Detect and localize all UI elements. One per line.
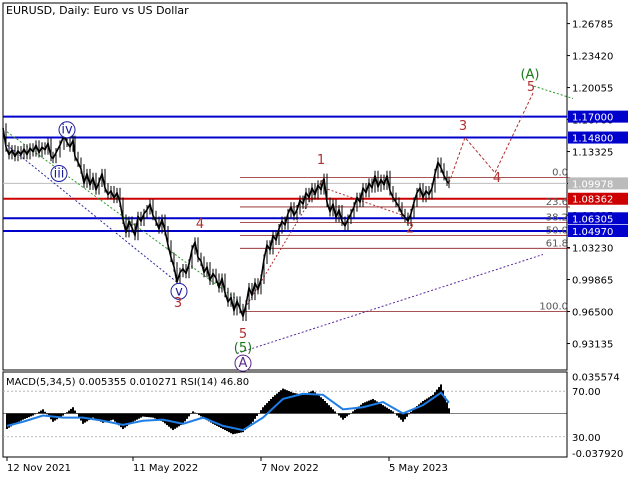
fib-level-label: 100.0 xyxy=(539,302,568,313)
rsi-level-label: 70.00 xyxy=(572,387,601,398)
price-tick-label: 1.26785 xyxy=(572,20,613,31)
price-level-badge-label: 1.17000 xyxy=(572,113,613,124)
price-tick-label: 1.23420 xyxy=(572,52,613,63)
fib-level-label: 38.2 xyxy=(546,213,568,224)
wave-label: 2 xyxy=(406,222,414,237)
price-level-badge-label: 1.06305 xyxy=(572,214,613,225)
wave-label: iv xyxy=(61,123,73,138)
time-tick-label: 11 May 2022 xyxy=(133,463,198,474)
price-tick-label: 0.96500 xyxy=(572,308,613,319)
wave-label: 1 xyxy=(317,153,325,168)
price-level-badge-label: 1.04970 xyxy=(572,227,613,238)
time-tick-label: 5 May 2023 xyxy=(389,463,448,474)
price-tick-label: 1.20055 xyxy=(572,84,613,95)
price-level-badge-label: 1.14800 xyxy=(572,134,613,145)
price-tick-label: 1.13325 xyxy=(572,148,613,159)
indicator-tick-label: -0.037920 xyxy=(572,449,623,460)
wave-label: 3 xyxy=(174,296,182,311)
wave-label: (5) xyxy=(234,341,252,356)
fib-level-label: 50.0 xyxy=(546,225,568,236)
price-tick-label: 0.93135 xyxy=(572,340,613,351)
price-level-badge-label: 1.08362 xyxy=(572,195,613,206)
time-tick-label: 12 Nov 2021 xyxy=(7,463,71,474)
wave-label: 4 xyxy=(196,217,204,232)
wave-label: (A) xyxy=(520,68,539,83)
chart-header: EURUSD, Daily: Euro vs US Dollar xyxy=(6,4,189,17)
price-tick-label: 0.99865 xyxy=(572,276,613,287)
fib-level-label: 61.8 xyxy=(546,238,568,249)
wave-label: iii xyxy=(54,166,65,181)
fib-level-label: 23.6 xyxy=(546,197,568,208)
wave-label: A xyxy=(239,356,248,371)
wave-label: 4 xyxy=(493,171,501,186)
eurusd-chart: 0.023.638.250.061.8100.0 iviiiv435(5)A12… xyxy=(0,0,640,480)
price-tick-label: 1.03230 xyxy=(572,244,613,255)
fib-level-label: 0.0 xyxy=(552,167,568,178)
rsi-level-label: 30.00 xyxy=(572,433,601,444)
wave-label: 3 xyxy=(459,119,467,134)
wave-label: 5 xyxy=(239,327,247,342)
price-level-badge-label: 1.09978 xyxy=(572,179,613,190)
indicator-header: MACD(5,34,5) 0.005355 0.010271 RSI(14) 4… xyxy=(6,377,249,388)
time-tick-label: 7 Nov 2022 xyxy=(261,463,319,474)
indicator-tick-label: 0.035574 xyxy=(572,373,620,384)
